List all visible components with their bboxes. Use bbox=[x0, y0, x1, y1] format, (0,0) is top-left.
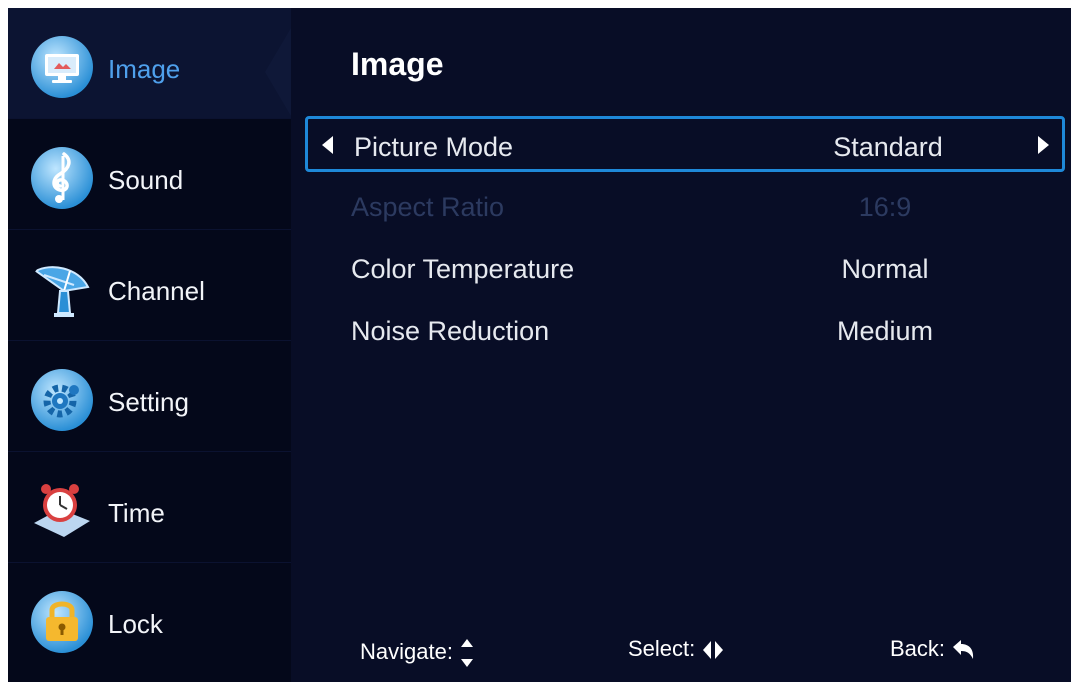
sidebar-item-lock[interactable]: Lock bbox=[8, 563, 291, 674]
option-label: Color Temperature bbox=[351, 254, 575, 284]
return-arrow-icon bbox=[953, 640, 974, 660]
right-arrow-icon[interactable] bbox=[1038, 136, 1049, 154]
page-title: Image bbox=[351, 46, 444, 82]
satellite-dish-icon bbox=[34, 266, 90, 317]
active-indicator bbox=[265, 28, 291, 116]
sidebar-item-time[interactable]: Time bbox=[8, 452, 291, 563]
option-value: Normal bbox=[841, 254, 929, 284]
monitor-icon bbox=[31, 36, 93, 98]
option-noise-reduction[interactable]: Noise Reduction Medium bbox=[305, 303, 1065, 359]
sidebar-item-label: Setting bbox=[108, 387, 189, 417]
option-label: Noise Reduction bbox=[351, 316, 550, 346]
option-value: Standard bbox=[833, 132, 943, 162]
option-value: Medium bbox=[836, 316, 934, 346]
padlock-icon bbox=[31, 591, 93, 653]
sidebar-item-label: Channel bbox=[108, 276, 205, 306]
option-label: Picture Mode bbox=[354, 132, 514, 162]
gear-icon bbox=[31, 369, 93, 431]
navigate-label: Navigate: bbox=[360, 638, 453, 664]
select-label: Select: bbox=[628, 636, 696, 661]
up-down-arrows-icon bbox=[461, 639, 474, 667]
select-hint: Select: bbox=[628, 636, 725, 662]
navigate-hint: Navigate: bbox=[360, 636, 475, 670]
left-right-arrows-icon bbox=[703, 641, 724, 660]
option-aspect-ratio: Aspect Ratio 16:9 bbox=[305, 179, 1065, 235]
main-panel: Image Picture Mode Standard Aspect Ratio… bbox=[291, 8, 1071, 682]
sidebar-item-setting[interactable]: Setting bbox=[8, 341, 291, 452]
sidebar-item-label: Image bbox=[108, 54, 181, 84]
left-arrow-icon[interactable] bbox=[322, 136, 333, 154]
back-hint: Back: bbox=[890, 636, 977, 662]
sidebar-item-image[interactable]: Image bbox=[8, 8, 291, 119]
sidebar-item-label: Sound bbox=[108, 165, 184, 195]
option-color-temperature[interactable]: Color Temperature Normal bbox=[305, 241, 1065, 297]
alarm-clock-icon bbox=[34, 484, 90, 537]
option-value: 16:9 bbox=[858, 192, 912, 222]
option-picture-mode[interactable]: Picture Mode Standard bbox=[305, 116, 1065, 172]
sidebar-item-sound[interactable]: Sound bbox=[8, 119, 291, 230]
sidebar-item-label: Lock bbox=[108, 609, 163, 639]
tv-menu-screen: Image Sound Channel Setting Time Lock Im… bbox=[8, 8, 1071, 682]
option-label: Aspect Ratio bbox=[351, 192, 505, 222]
sidebar-item-channel[interactable]: Channel bbox=[8, 230, 291, 341]
sidebar: Image Sound Channel Setting Time Lock bbox=[8, 8, 291, 682]
sidebar-item-label: Time bbox=[108, 498, 165, 528]
music-note-icon bbox=[31, 147, 93, 209]
back-label: Back: bbox=[890, 636, 946, 661]
